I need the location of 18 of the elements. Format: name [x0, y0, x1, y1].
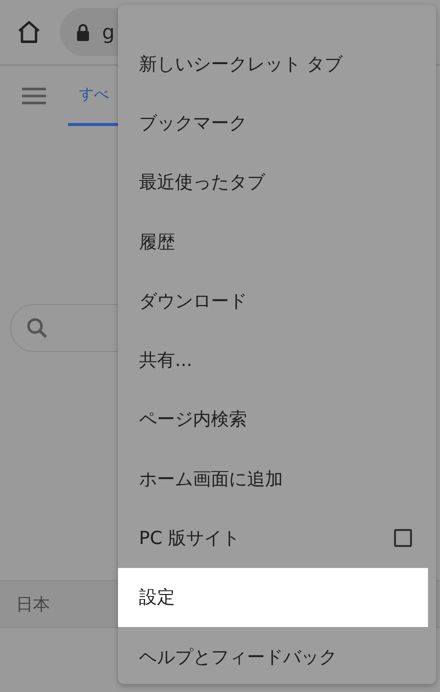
home-icon[interactable] [16, 19, 42, 45]
menu-item[interactable]: ヘルプとフィードバック [118, 626, 436, 686]
url-text: g [102, 20, 115, 44]
menu-item[interactable]: ホーム画面に追加 [118, 449, 436, 508]
menu-item[interactable]: 履歴 [118, 212, 436, 272]
search-icon [25, 316, 49, 340]
menu-item[interactable]: ダウンロード [118, 271, 436, 330]
menu-item[interactable]: ページ内検索 [118, 390, 436, 450]
menu-item[interactable]: 設定 [118, 568, 428, 627]
lock-icon [76, 23, 90, 41]
menu-item[interactable]: 共有... [118, 330, 436, 390]
menu-item[interactable]: 新しいシークレット タブ [118, 34, 436, 94]
checkbox[interactable] [394, 529, 412, 548]
menu-item[interactable]: 最近使ったタブ [118, 152, 436, 212]
menu-item[interactable]: ブックマーク [118, 93, 436, 153]
menu-item[interactable]: PC 版サイト [118, 508, 436, 568]
menu-icon[interactable] [22, 87, 46, 105]
region-label: 日本 [16, 594, 50, 616]
